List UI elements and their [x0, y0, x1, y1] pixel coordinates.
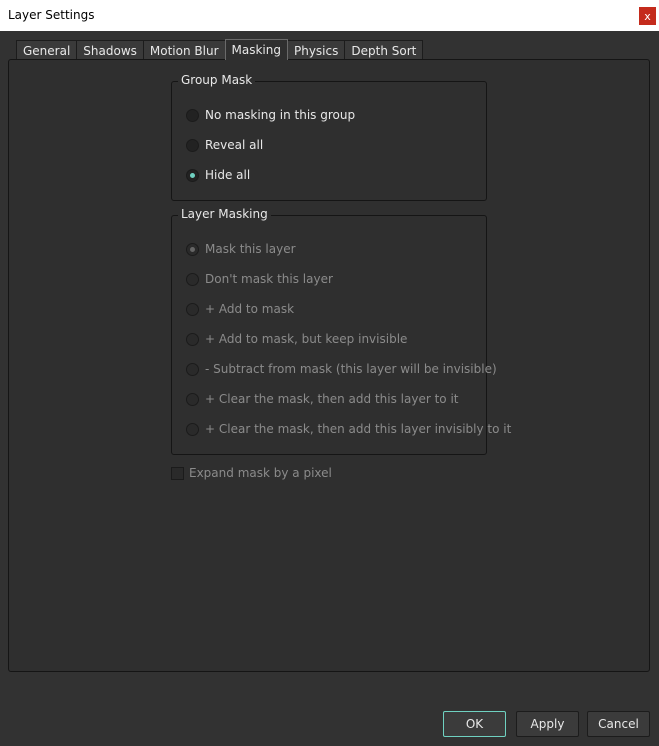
radio-label: Hide all: [205, 168, 251, 182]
radio-label: + Clear the mask, then add this layer in…: [205, 422, 512, 436]
expand-mask-checkbox[interactable]: [171, 466, 184, 480]
group-mask-title: Group Mask: [178, 73, 256, 87]
radio-label: - Subtract from mask (this layer will be…: [205, 362, 497, 376]
close-icon: x: [644, 9, 651, 23]
expand-mask-label: Expand mask by a pixel: [189, 466, 332, 480]
radio-clear-then-add-invisibly[interactable]: + Clear the mask, then add this layer in…: [186, 419, 511, 439]
radio-button[interactable]: [186, 138, 199, 152]
tab-general[interactable]: General: [16, 40, 78, 60]
radio-label: Don't mask this layer: [205, 272, 333, 286]
radio-label: + Add to mask: [205, 302, 295, 316]
ok-button[interactable]: OK: [443, 711, 506, 737]
radio-mask-this-layer[interactable]: Mask this layer: [186, 239, 296, 259]
radio-add-keep-invisible[interactable]: + Add to mask, but keep invisible: [186, 329, 407, 349]
radio-clear-then-add[interactable]: + Clear the mask, then add this layer to…: [186, 389, 459, 409]
tab-physics[interactable]: Physics: [286, 40, 346, 60]
group-mask-group: Group Mask No masking in this group Reve…: [171, 73, 487, 201]
title-bar: Layer Settings x: [0, 0, 659, 31]
radio-label: No masking in this group: [205, 108, 356, 122]
radio-dont-mask[interactable]: Don't mask this layer: [186, 269, 333, 289]
radio-button[interactable]: [186, 302, 199, 316]
radio-button[interactable]: [186, 272, 199, 286]
radio-hide-all[interactable]: Hide all: [186, 165, 250, 185]
tab-motion-blur[interactable]: Motion Blur: [142, 40, 226, 60]
tab-shadows[interactable]: Shadows: [76, 40, 144, 60]
radio-button[interactable]: [186, 332, 199, 346]
radio-button[interactable]: [186, 362, 199, 376]
close-button[interactable]: x: [639, 7, 656, 25]
tab-masking[interactable]: Masking: [224, 39, 288, 60]
radio-no-masking[interactable]: No masking in this group: [186, 105, 355, 125]
radio-add-to-mask[interactable]: + Add to mask: [186, 299, 294, 319]
expand-mask-checkbox-row[interactable]: Expand mask by a pixel: [171, 466, 332, 480]
layer-masking-title: Layer Masking: [178, 207, 271, 221]
radio-button[interactable]: [186, 392, 199, 406]
radio-button[interactable]: [186, 108, 199, 122]
radio-button[interactable]: [186, 422, 199, 436]
radio-label: Mask this layer: [205, 242, 296, 256]
radio-subtract-from-mask[interactable]: - Subtract from mask (this layer will be…: [186, 359, 497, 379]
layer-masking-group: Layer Masking Mask this layer Don't mask…: [171, 207, 511, 455]
radio-reveal-all[interactable]: Reveal all: [186, 135, 263, 155]
tab-depth-sort[interactable]: Depth Sort: [344, 40, 424, 60]
window-title: Layer Settings: [8, 8, 95, 22]
radio-label: + Clear the mask, then add this layer to…: [205, 392, 459, 406]
cancel-button[interactable]: Cancel: [587, 711, 650, 737]
radio-label: Reveal all: [205, 138, 264, 152]
radio-label: + Add to mask, but keep invisible: [205, 332, 408, 346]
radio-button[interactable]: [186, 168, 199, 182]
tab-bar: General Shadows Motion Blur Masking Phys…: [16, 39, 424, 60]
apply-button[interactable]: Apply: [516, 711, 579, 737]
radio-button[interactable]: [186, 242, 199, 256]
